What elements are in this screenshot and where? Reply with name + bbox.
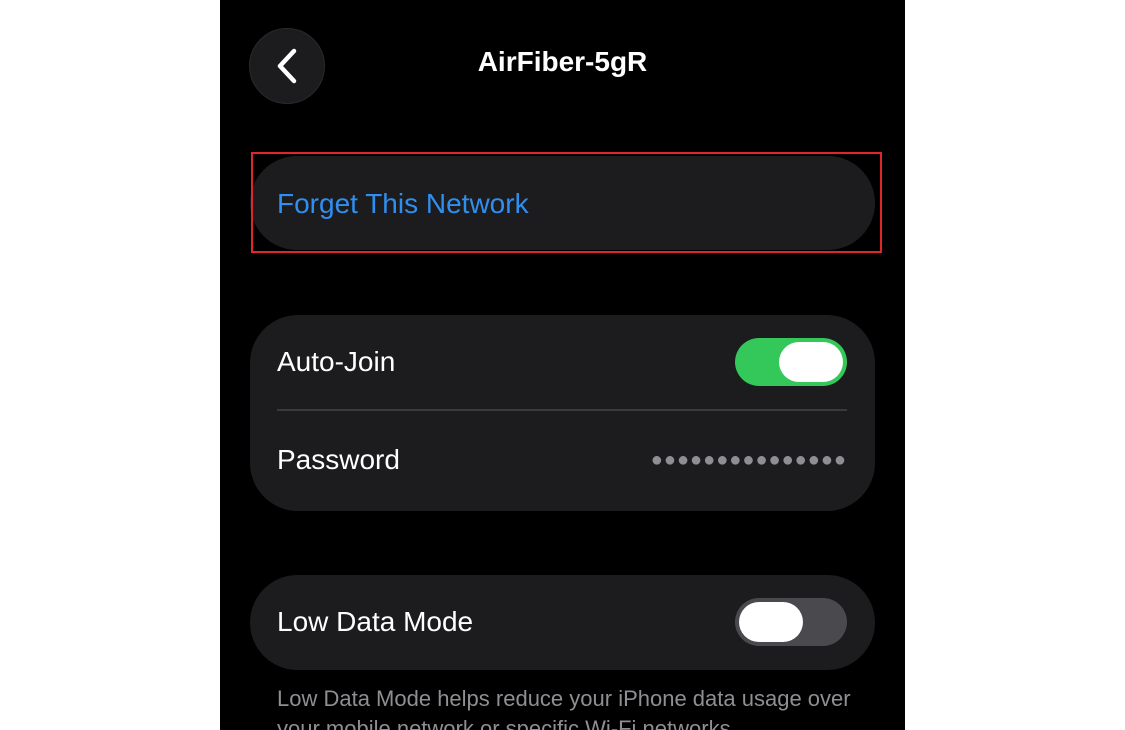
page-title: AirFiber-5gR: [220, 46, 905, 78]
toggle-knob: [779, 342, 843, 382]
low-data-mode-toggle[interactable]: [735, 598, 847, 646]
auto-join-row: Auto-Join: [250, 315, 875, 413]
row-divider: [277, 409, 847, 411]
password-row[interactable]: Password ●●●●●●●●●●●●●●●: [250, 413, 875, 511]
low-data-mode-footnote: Low Data Mode helps reduce your iPhone d…: [277, 686, 851, 730]
password-label: Password: [277, 444, 400, 475]
forget-network-button[interactable]: Forget This Network: [250, 156, 875, 250]
auto-join-label: Auto-Join: [277, 346, 396, 377]
password-masked-value: ●●●●●●●●●●●●●●●: [650, 449, 847, 471]
low-data-mode-row: Low Data Mode: [250, 575, 875, 673]
status-bar: [220, 0, 905, 2]
forget-network-label: Forget This Network: [277, 188, 529, 219]
phone-screen: AirFiber-5gR Forget This Network Auto-Jo…: [220, 0, 905, 730]
network-settings-group: Auto-Join Password ●●●●●●●●●●●●●●●: [250, 315, 875, 511]
low-data-mode-group: Low Data Mode: [250, 575, 875, 670]
network-name: AirFiber-5gR: [477, 46, 648, 77]
toggle-knob: [739, 602, 803, 642]
low-data-mode-label: Low Data Mode: [277, 606, 474, 637]
auto-join-toggle[interactable]: [735, 338, 847, 386]
